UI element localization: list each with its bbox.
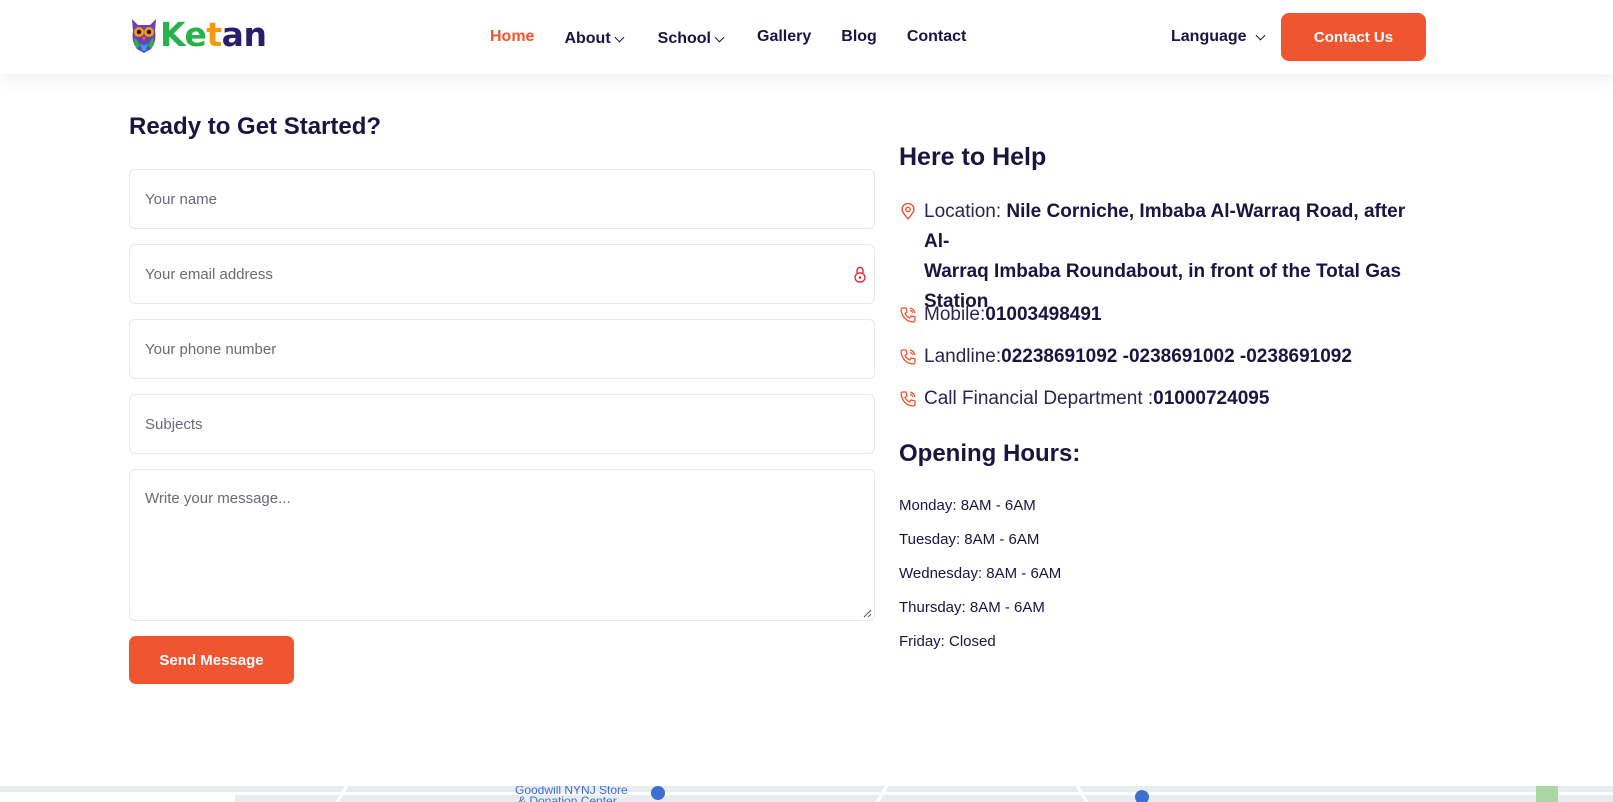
nav-item-contact[interactable]: Contact xyxy=(907,28,967,46)
email-placeholder: Your email address xyxy=(145,265,273,283)
hours-monday: Monday: 8AM - 6AM xyxy=(899,497,1036,514)
map-road xyxy=(0,792,1613,795)
main-nav: Home About School Gallery Blog Contact xyxy=(490,26,966,48)
finance-row: Call Financial Department : 01000724095 xyxy=(899,384,1269,414)
phone-icon xyxy=(900,391,916,407)
nav-item-gallery[interactable]: Gallery xyxy=(757,28,811,46)
form-title: Ready to Get Started? xyxy=(129,113,382,140)
mobile-label: Mobile: xyxy=(924,304,986,325)
map-embed[interactable]: Goodwill NYNJ Store & Donation Center xyxy=(0,786,1613,802)
store-pin-icon[interactable] xyxy=(651,786,665,800)
owl-logo-icon xyxy=(132,19,156,53)
phone-icon xyxy=(900,349,916,365)
map-park-area xyxy=(1536,786,1558,802)
language-label: Language xyxy=(1171,28,1247,45)
site-logo[interactable]: Ketan xyxy=(128,15,267,55)
location-pin-icon xyxy=(901,203,915,221)
location-value-line2: Warraq Imbaba Roundabout, in front of th… xyxy=(924,261,1402,282)
chevron-down-icon xyxy=(614,32,625,43)
opening-hours-title: Opening Hours: xyxy=(899,440,1081,467)
finance-value[interactable]: 01000724095 xyxy=(1153,384,1269,414)
location-label: Location: xyxy=(924,201,1007,222)
hours-wednesday: Wednesday: 8AM - 6AM xyxy=(899,565,1062,582)
resize-handle-icon[interactable] xyxy=(862,608,872,618)
nav-item-home[interactable]: Home xyxy=(490,28,534,46)
mobile-row: Mobile: 01003498491 xyxy=(899,300,1102,330)
site-header: Ketan Home About School Gallery Blog Con… xyxy=(0,0,1613,74)
contact-us-button[interactable]: Contact Us xyxy=(1281,13,1426,61)
email-input[interactable]: Your email address xyxy=(129,244,875,304)
map-attribution-box xyxy=(0,794,235,802)
subjects-input[interactable]: Subjects xyxy=(129,394,875,454)
message-placeholder: Write your message... xyxy=(145,490,291,507)
name-input[interactable]: Your name xyxy=(129,169,875,229)
mobile-value[interactable]: 01003498491 xyxy=(985,300,1101,330)
name-placeholder: Your name xyxy=(145,190,217,208)
landline-label: Landline: xyxy=(924,346,1002,367)
help-title: Here to Help xyxy=(899,143,1047,171)
map-place-label-2[interactable]: & Donation Center xyxy=(518,794,617,802)
hours-thursday: Thursday: 8AM - 6AM xyxy=(899,599,1045,616)
logo-wordmark: Ketan xyxy=(160,15,267,54)
language-dropdown[interactable]: Language xyxy=(1171,28,1266,46)
landline-value[interactable]: 02238691092 -0238691002 -0238691092 xyxy=(1001,342,1352,372)
chevron-down-icon xyxy=(1255,30,1266,41)
nav-item-school[interactable]: School xyxy=(658,30,725,48)
subjects-placeholder: Subjects xyxy=(145,415,203,433)
message-textarea[interactable]: Write your message... xyxy=(129,469,875,621)
landline-row: Landline: 02238691092 -0238691002 -02386… xyxy=(899,342,1352,372)
nav-item-blog[interactable]: Blog xyxy=(841,28,877,46)
chevron-down-icon xyxy=(714,32,725,43)
location-row: Location: Nile Corniche, Imbaba Al-Warra… xyxy=(899,197,1419,317)
map-pin-icon[interactable] xyxy=(1135,790,1149,802)
hours-tuesday: Tuesday: 8AM - 6AM xyxy=(899,531,1040,548)
lock-icon[interactable] xyxy=(854,266,866,283)
hours-friday: Friday: Closed xyxy=(899,633,996,650)
nav-item-about[interactable]: About xyxy=(564,30,625,48)
phone-placeholder: Your phone number xyxy=(145,340,277,358)
phone-input[interactable]: Your phone number xyxy=(129,319,875,379)
send-message-button[interactable]: Send Message xyxy=(129,636,294,684)
phone-icon xyxy=(900,307,916,323)
finance-label: Call Financial Department : xyxy=(924,388,1154,409)
